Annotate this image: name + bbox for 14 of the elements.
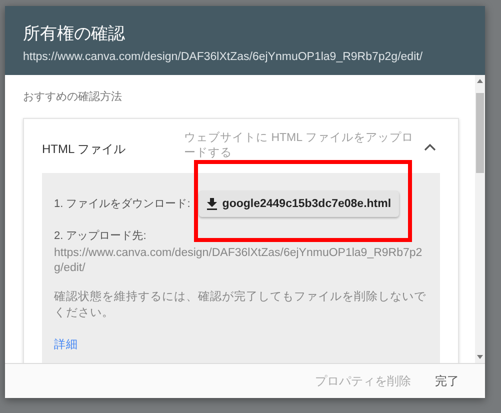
dialog-subtitle: https://www.canva.com/design/DAF36lXtZas/6ejYnmuOP1la9_R9Rb7p2g/edit/ (23, 51, 424, 63)
scrollbar[interactable] (475, 75, 485, 363)
method-name[interactable]: HTML ファイル (42, 131, 184, 158)
download-icon (207, 198, 218, 210)
step-label: 1. ファイルをダウンロード: (54, 197, 190, 212)
section-label: おすすめの確認方法 (23, 90, 123, 104)
method-description: ウェブサイトに HTML ファイルをアップロードする (184, 131, 414, 161)
note-text: 確認状態を維持するには、確認が完了してもファイルを削除しないでください。 (54, 289, 427, 321)
upload-url: https://www.canva.com/design/DAF36lXtZas/6ejYnmuOP1la9_R9Rb7p2g/edit/ (54, 246, 424, 276)
dialog-title: 所有権の確認 (23, 23, 126, 45)
step-label: 2. アップロード先: (54, 228, 148, 243)
chevron-icon[interactable] (424, 143, 436, 151)
download-button[interactable]: google2449c15b3dc7e08e.html (199, 190, 400, 217)
done-button[interactable]: 完了 (427, 366, 467, 396)
